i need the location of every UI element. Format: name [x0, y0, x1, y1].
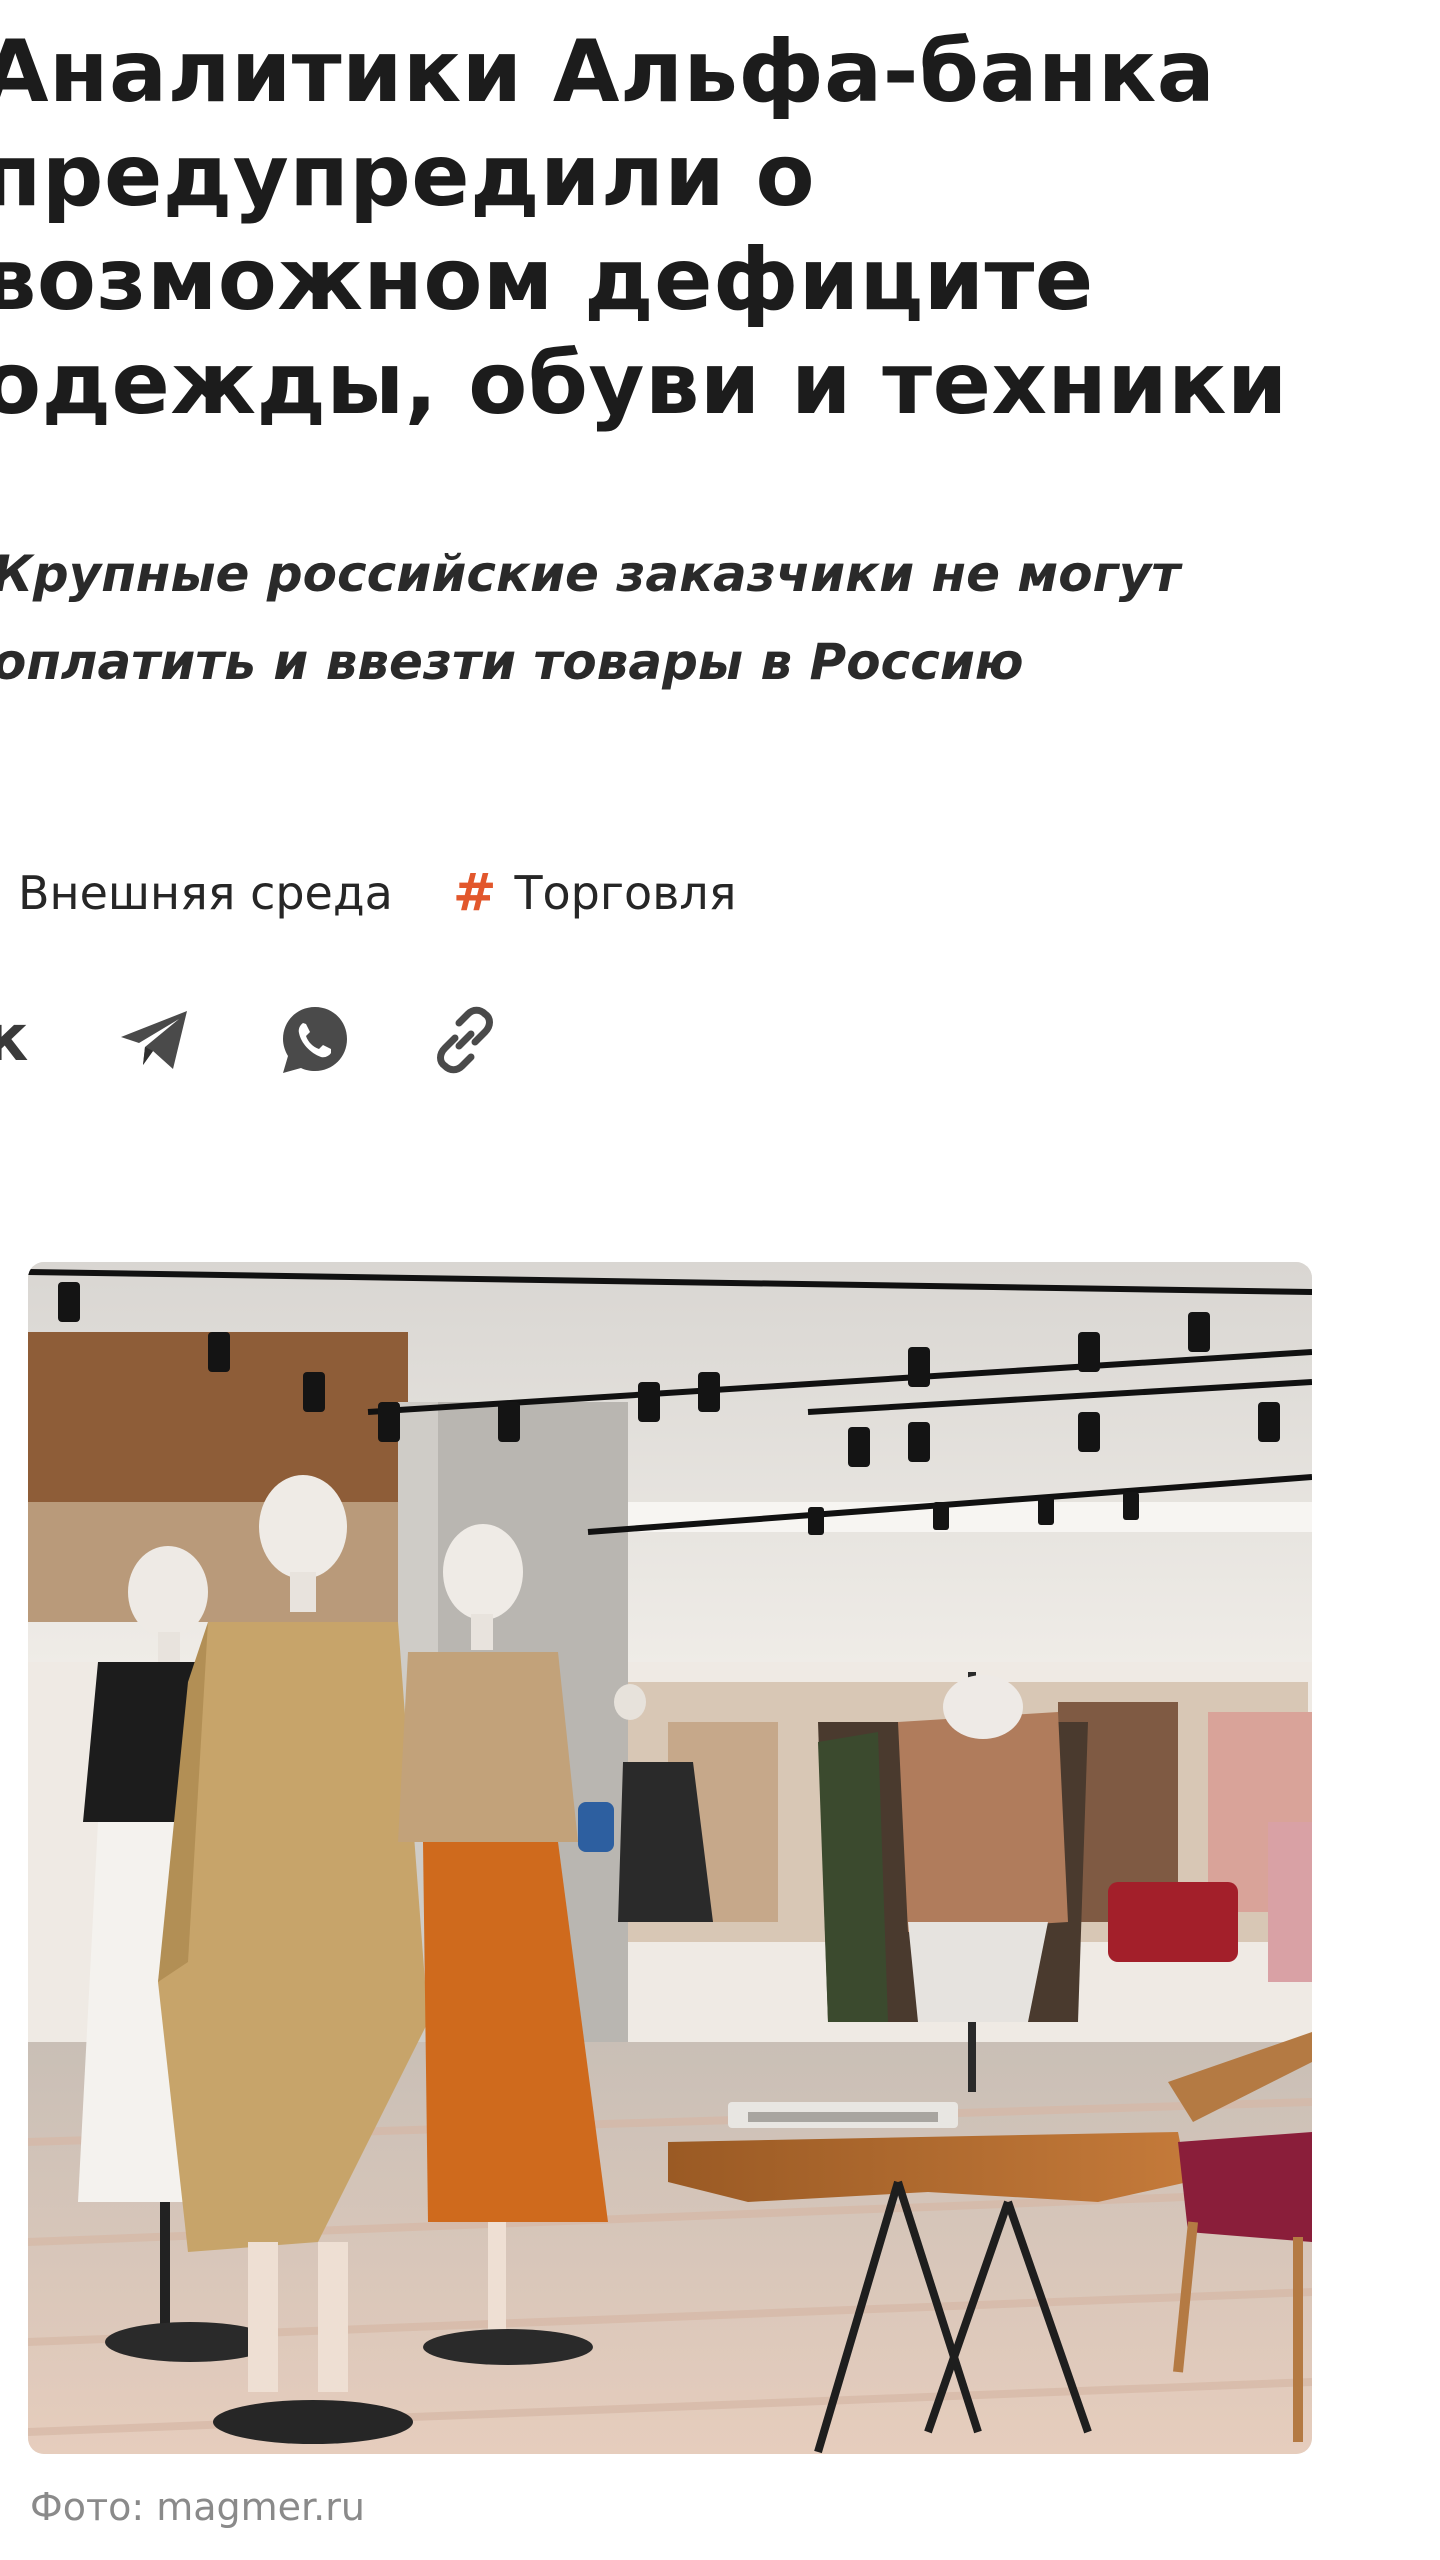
svg-text:к: к [0, 1010, 28, 1070]
tag-label: Внешняя среда [18, 866, 393, 920]
store-interior-photo [28, 1262, 1312, 2454]
share-whatsapp-button[interactable] [270, 995, 360, 1085]
telegram-icon [121, 1011, 187, 1069]
tag-trade[interactable]: # Торговля [453, 863, 737, 923]
tag-external-environment[interactable]: # Внешняя среда [18, 866, 393, 920]
tag-list: # Внешняя среда # Торговля [18, 858, 736, 928]
vk-icon: к [0, 1010, 28, 1070]
article-title: Аналитики Альфа-банка предупредили о воз… [0, 22, 1288, 434]
whatsapp-icon [283, 1007, 347, 1073]
copy-link-button[interactable] [420, 995, 510, 1085]
share-bar: к [0, 995, 510, 1085]
tag-label: Торговля [514, 866, 737, 920]
hash-icon: # [452, 863, 497, 923]
share-vk-button[interactable]: к [0, 995, 70, 1085]
photo-caption: Фото: magmer.ru [30, 2485, 365, 2529]
copy-link-icon [437, 1006, 493, 1074]
article-page: Аналитики Альфа-банка предупредили о воз… [0, 0, 1440, 2560]
article-subtitle: Крупные российские заказчики не могут оп… [0, 545, 1181, 691]
share-telegram-button[interactable] [110, 995, 200, 1085]
article-photo [28, 1262, 1312, 2454]
